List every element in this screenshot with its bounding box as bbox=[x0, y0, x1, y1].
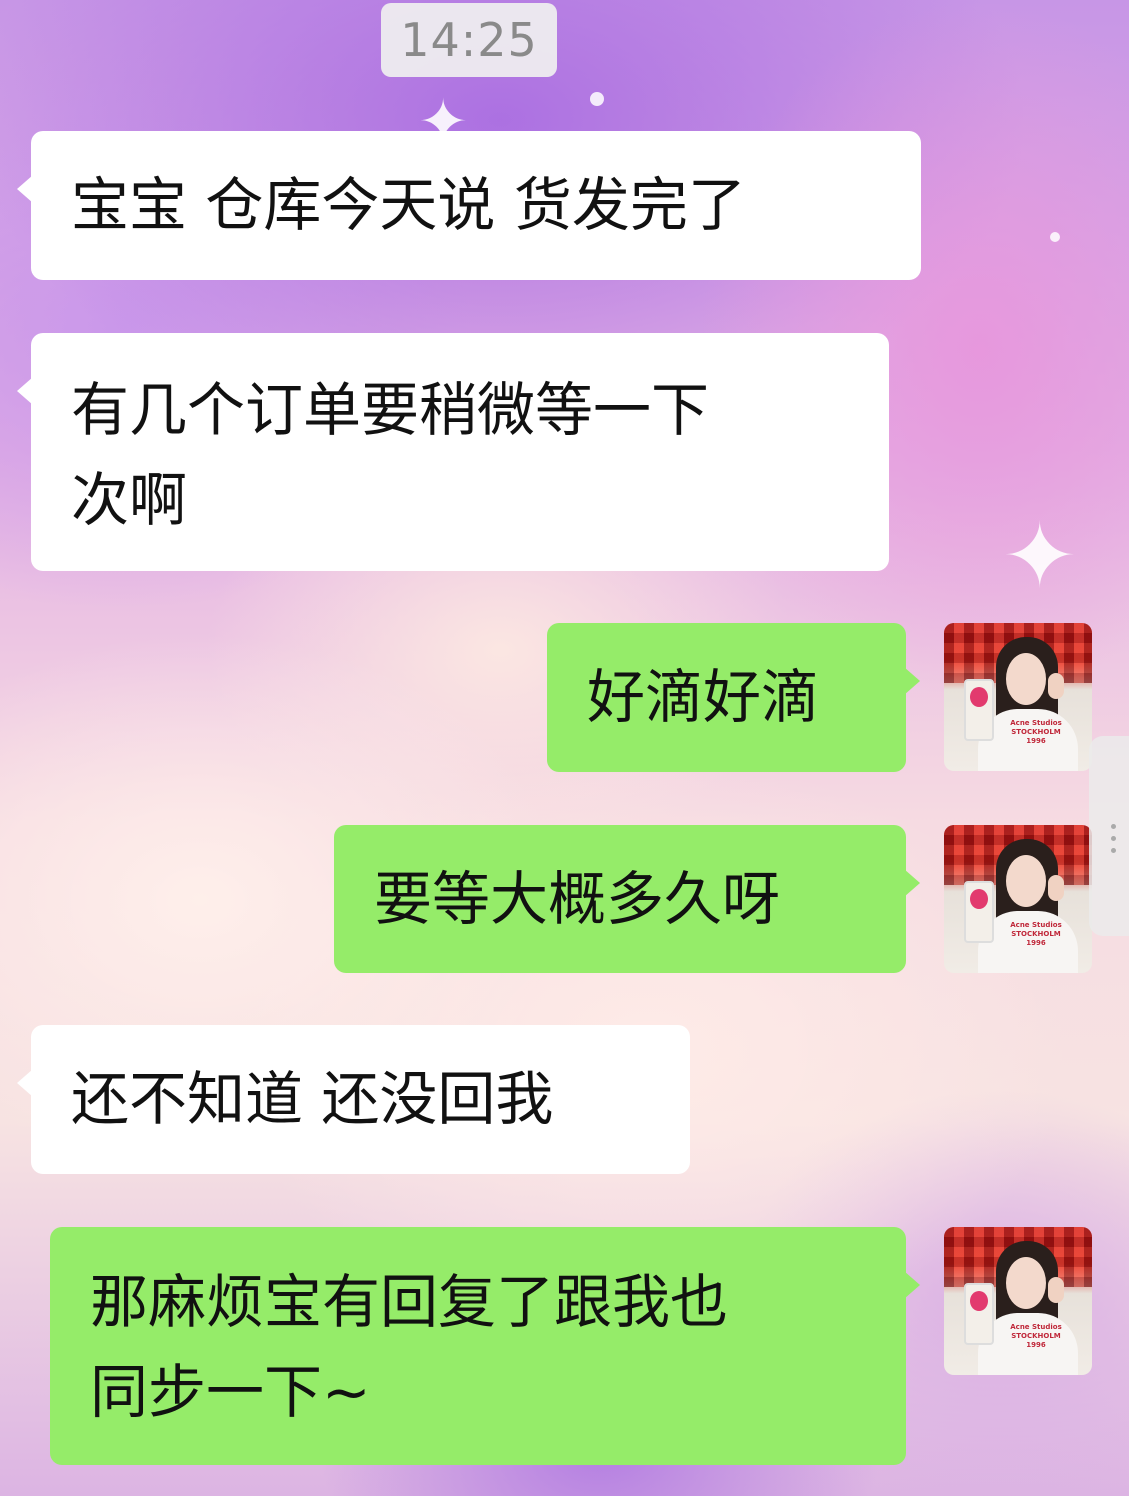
scroll-handle[interactable] bbox=[1089, 736, 1129, 936]
message-text: 好滴好滴 bbox=[587, 663, 820, 731]
outgoing-message-bubble[interactable]: 要等大概多久呀 bbox=[334, 825, 920, 973]
background-sparkle: ✦ bbox=[1002, 504, 1078, 609]
incoming-message-bubble[interactable]: 宝宝 仓库今天说 货发完了 bbox=[17, 131, 921, 280]
background-dot bbox=[590, 92, 604, 106]
background-dot bbox=[1050, 232, 1060, 242]
message-text: 还不知道 还没回我 bbox=[71, 1065, 554, 1133]
timestamp-label: 14:25 bbox=[400, 13, 538, 67]
message-text-line: 同步一下~ bbox=[90, 1358, 371, 1426]
user-avatar[interactable]: Acne Studios STOCKHOLM 1996 bbox=[944, 1227, 1092, 1375]
message-text-line: 那麻烦宝有回复了跟我也 bbox=[90, 1268, 729, 1336]
message-text: 宝宝 仓库今天说 货发完了 bbox=[71, 171, 746, 239]
message-text: 要等大概多久呀 bbox=[374, 865, 781, 933]
message-text-line: 次啊 bbox=[71, 466, 188, 534]
message-timestamp: 14:25 bbox=[381, 3, 557, 77]
outgoing-message-bubble[interactable]: 那麻烦宝有回复了跟我也 同步一下~ bbox=[50, 1227, 920, 1465]
incoming-message-bubble[interactable]: 还不知道 还没回我 bbox=[17, 1025, 690, 1174]
avatar-shirt-print: Acne Studios STOCKHOLM 1996 bbox=[1010, 921, 1062, 947]
user-avatar[interactable]: Acne Studios STOCKHOLM 1996 bbox=[944, 825, 1092, 973]
avatar-shirt-print: Acne Studios STOCKHOLM 1996 bbox=[1010, 719, 1062, 745]
outgoing-message-bubble[interactable]: 好滴好滴 bbox=[547, 623, 920, 772]
avatar-shirt-print: Acne Studios STOCKHOLM 1996 bbox=[1010, 1323, 1062, 1349]
incoming-message-bubble[interactable]: 有几个订单要稍微等一下 次啊 bbox=[17, 333, 889, 571]
message-text-line: 有几个订单要稍微等一下 bbox=[71, 376, 710, 444]
user-avatar[interactable]: Acne Studios STOCKHOLM 1996 bbox=[944, 623, 1092, 771]
